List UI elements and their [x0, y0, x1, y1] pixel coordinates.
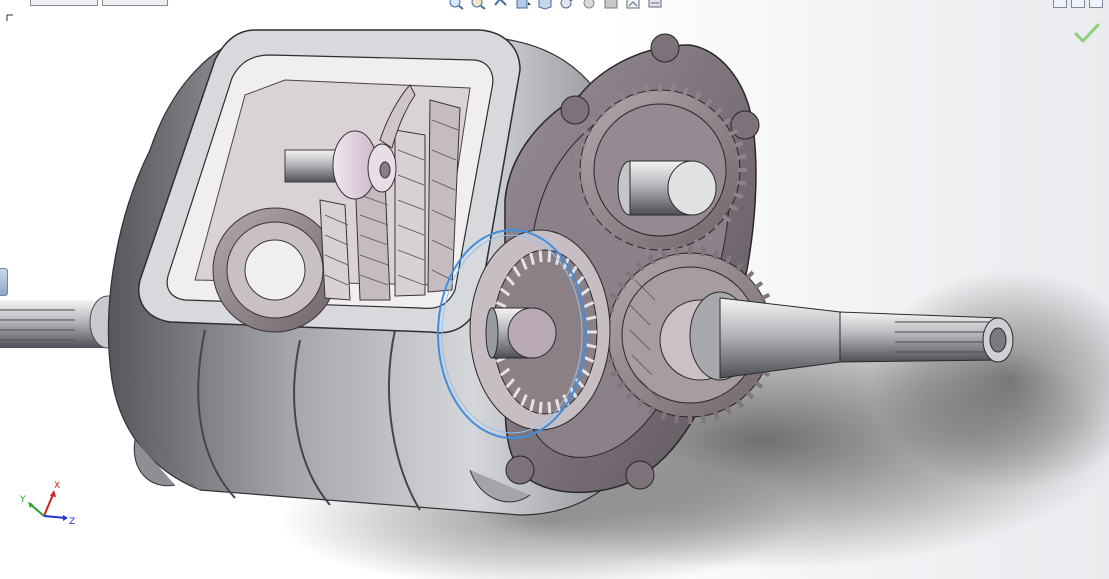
ring-gear[interactable]: [469, 229, 611, 431]
ring-gear-tooth: [538, 250, 543, 263]
gear-tooth: [631, 86, 638, 97]
gear-tooth: [712, 410, 720, 421]
gear-tooth: [573, 154, 584, 160]
document-tab-1[interactable]: [30, 0, 98, 6]
zoom-to-area-icon[interactable]: [470, 0, 488, 10]
display-style-icon[interactable]: [558, 0, 576, 10]
gear-tooth: [644, 83, 650, 94]
gear-tooth: [753, 281, 764, 290]
gear-tooth: [700, 246, 706, 257]
previous-view-icon[interactable]: [492, 0, 510, 10]
close-window-icon[interactable]: [1089, 0, 1103, 8]
window-controls: [1053, 0, 1103, 8]
gear-tooth: [736, 180, 747, 186]
gear-tooth: [670, 83, 676, 94]
apply-scene-icon[interactable]: [624, 0, 642, 10]
gearbox-model[interactable]: [0, 0, 1109, 579]
document-tab-strip: [0, 0, 200, 6]
triad-z-label: Z: [69, 517, 75, 527]
document-tab-2[interactable]: [102, 0, 168, 6]
upper-output-gear[interactable]: [573, 83, 747, 257]
reference-triad: X Y Z: [19, 481, 75, 527]
ring-gear-tooth: [547, 250, 552, 263]
ring-gear-tooth: [538, 401, 543, 414]
view-orientation-icon[interactable]: [536, 0, 554, 10]
ring-gear-tooth: [547, 401, 552, 414]
gear-tooth: [573, 180, 584, 186]
gear-tooth: [733, 192, 744, 199]
gear-tooth: [682, 86, 689, 97]
gear-tooth: [736, 154, 747, 160]
gear-tooth: [674, 413, 680, 424]
hide-show-items-icon[interactable]: [580, 0, 598, 10]
gear-tooth: [682, 243, 689, 254]
gear-tooth: [644, 246, 650, 257]
zoom-to-fit-icon[interactable]: [448, 0, 466, 10]
gear-tooth: [745, 270, 755, 280]
tile-window-icon[interactable]: [1053, 0, 1067, 8]
feature-tree-flyout-handle[interactable]: [0, 268, 8, 296]
gear-tooth: [733, 141, 744, 148]
gear-tooth: [631, 243, 638, 254]
gear-tooth: [674, 246, 680, 257]
gear-tooth: [660, 410, 668, 421]
gear-tooth: [660, 249, 668, 260]
gear-tooth: [576, 192, 587, 199]
confirm-checkmark-button[interactable]: [1074, 22, 1100, 44]
edit-appearance-icon[interactable]: [602, 0, 620, 10]
gear-tooth: [700, 413, 706, 424]
view-settings-icon[interactable]: [646, 0, 664, 10]
triad-x-label: X: [54, 481, 60, 491]
gear-tooth: [576, 141, 587, 148]
checkmark-icon: [1074, 23, 1100, 43]
gear-tooth: [760, 292, 771, 301]
graphics-area[interactable]: X Y Z: [0, 0, 1109, 579]
section-view-icon[interactable]: [514, 0, 532, 10]
gear-tooth: [712, 249, 720, 260]
heads-up-view-toolbar: [448, 0, 728, 10]
origin-corner-icon: [6, 14, 13, 21]
split-window-icon[interactable]: [1071, 0, 1085, 8]
triad-y-label: Y: [19, 495, 26, 505]
